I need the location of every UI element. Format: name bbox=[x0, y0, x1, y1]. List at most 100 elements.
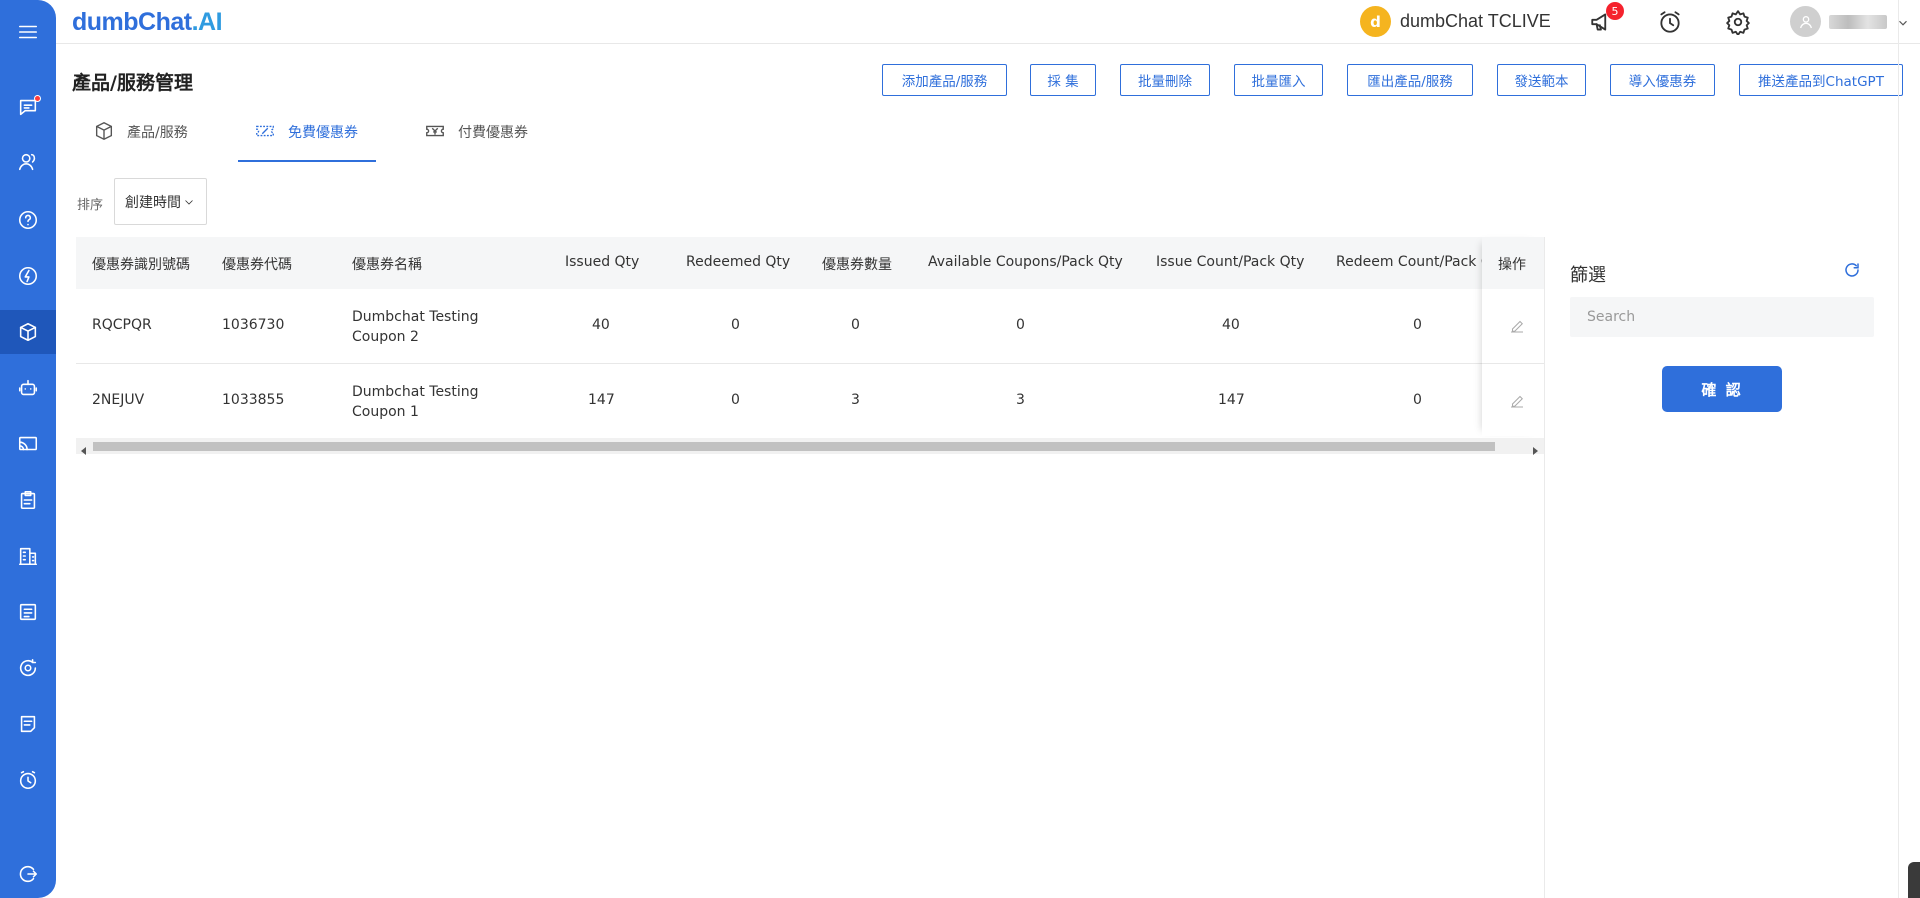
table-header: 優惠券識別號碼 優惠券代碼 優惠券名稱 Issued Qty Redeemed … bbox=[76, 237, 1544, 289]
batch-delete-button[interactable]: 批量刪除 bbox=[1120, 64, 1210, 96]
sidebar-item-contacts[interactable] bbox=[0, 140, 56, 184]
cell-issue-count: 147 bbox=[1218, 392, 1245, 408]
unread-dot bbox=[34, 95, 41, 102]
cell-issued: 40 bbox=[592, 317, 610, 333]
table-row: RQCPQR 1036730 Dumbchat Testing Coupon 2… bbox=[76, 289, 1544, 364]
chevron-down-icon bbox=[185, 199, 193, 205]
column-header-issue-count: Issue Count/Pack Qty bbox=[1156, 254, 1305, 270]
clock-icon bbox=[19, 770, 37, 790]
sidebar-item-sync[interactable] bbox=[0, 646, 56, 690]
notes-icon bbox=[20, 715, 36, 733]
sidebar-item-products[interactable] bbox=[0, 310, 56, 354]
sidebar-item-bot[interactable] bbox=[0, 366, 56, 410]
brand-logo[interactable]: dumbChat.AI bbox=[72, 8, 223, 37]
column-header-redeem-count: Redeem Count/Pack Q bbox=[1336, 254, 1482, 270]
scroll-thumb[interactable] bbox=[93, 442, 1495, 451]
right-edge-panel bbox=[1898, 0, 1920, 898]
brand-name: dumbChat bbox=[72, 8, 192, 36]
tab-products[interactable]: 產品/服務 bbox=[93, 121, 188, 162]
sidebar-item-help[interactable] bbox=[0, 198, 56, 242]
help-icon bbox=[18, 210, 38, 230]
import-coupon-button[interactable]: 導入優惠券 bbox=[1610, 64, 1715, 96]
user-name-redacted bbox=[1829, 14, 1887, 29]
scroll-right-icon[interactable] bbox=[1530, 441, 1540, 455]
cell-redeemed: 0 bbox=[731, 392, 740, 408]
cell-id: RQCPQR bbox=[92, 317, 152, 333]
floating-widget[interactable] bbox=[1908, 862, 1920, 898]
announcement-button[interactable]: 5 bbox=[1588, 2, 1624, 36]
tab-free-coupons[interactable]: 免費優惠券 bbox=[238, 122, 376, 162]
menu-icon bbox=[18, 25, 38, 39]
search-input[interactable] bbox=[1570, 297, 1874, 337]
account-avatar: d bbox=[1360, 6, 1391, 37]
tab-free-coupons-label: 免費優惠券 bbox=[288, 125, 358, 141]
clipboard-icon bbox=[20, 490, 36, 510]
actions-column: 操作 bbox=[1482, 237, 1544, 436]
scroll-left-icon[interactable] bbox=[79, 441, 89, 455]
document-list-icon bbox=[19, 603, 37, 621]
add-product-button[interactable]: 添加產品/服務 bbox=[882, 64, 1007, 96]
sort-select[interactable]: 創建時間 bbox=[114, 178, 207, 225]
pencil-icon bbox=[1511, 395, 1523, 408]
brand-suffix: .AI bbox=[191, 8, 223, 36]
sidebar-item-automation[interactable] bbox=[0, 254, 56, 298]
toolbar: 添加產品/服務 採 集 批量刪除 批量匯入 匯出產品/服務 發送範本 導入優惠券… bbox=[0, 64, 1920, 96]
edit-button[interactable] bbox=[1508, 392, 1528, 412]
edit-button[interactable] bbox=[1508, 317, 1528, 337]
coupon-table: 優惠券識別號碼 優惠券代碼 優惠券名稱 Issued Qty Redeemed … bbox=[76, 237, 1544, 455]
column-header-name: 優惠券名稱 bbox=[352, 257, 422, 273]
sidebar-item-notes[interactable] bbox=[0, 702, 56, 746]
sidebar-item-records[interactable] bbox=[0, 590, 56, 634]
cell-name: Dumbchat Testing Coupon 2 bbox=[352, 309, 479, 345]
alarm-button[interactable] bbox=[1656, 8, 1684, 36]
account-name: dumbChat TCLIVE bbox=[1400, 11, 1551, 31]
cell-redeem-count: 0 bbox=[1413, 317, 1422, 333]
sidebar-item-logout[interactable] bbox=[0, 852, 56, 896]
push-to-chatgpt-button[interactable]: 推送產品到ChatGPT bbox=[1739, 64, 1903, 96]
tab-paid-coupons[interactable]: 付費優惠券 bbox=[424, 122, 528, 162]
broadcast-icon bbox=[18, 436, 38, 451]
export-button[interactable]: 匯出產品/服務 bbox=[1347, 64, 1473, 96]
cell-code: 1033855 bbox=[222, 392, 285, 408]
sidebar-item-schedule[interactable] bbox=[0, 758, 56, 802]
column-header-quantity: 優惠券數量 bbox=[822, 257, 892, 273]
sidebar bbox=[0, 0, 56, 898]
gear-icon bbox=[1726, 10, 1750, 35]
settings-button[interactable] bbox=[1724, 8, 1752, 36]
sidebar-item-tasks[interactable] bbox=[0, 478, 56, 522]
user-menu[interactable] bbox=[1790, 6, 1910, 37]
box-icon bbox=[95, 121, 113, 141]
tab-paid-coupons-label: 付費優惠券 bbox=[458, 125, 528, 141]
table-row: 2NEJUV 1033855 Dumbchat Testing Coupon 1… bbox=[76, 364, 1544, 439]
cell-redeemed: 0 bbox=[731, 317, 740, 333]
logout-icon bbox=[19, 865, 38, 883]
sync-icon bbox=[19, 658, 37, 677]
batch-import-button[interactable]: 批量匯入 bbox=[1234, 64, 1323, 96]
sort-value: 創建時間 bbox=[125, 194, 181, 211]
filter-panel: 篩選 確 認 bbox=[1544, 237, 1900, 898]
refresh-icon bbox=[1845, 263, 1859, 277]
menu-toggle-button[interactable] bbox=[0, 10, 56, 54]
robot-icon bbox=[18, 379, 38, 396]
confirm-button[interactable]: 確 認 bbox=[1662, 366, 1782, 412]
actions-header-label: 操作 bbox=[1498, 257, 1526, 273]
send-template-button[interactable]: 發送範本 bbox=[1497, 64, 1586, 96]
collect-button[interactable]: 採 集 bbox=[1030, 64, 1096, 96]
cell-available: 3 bbox=[1016, 392, 1025, 408]
account-switcher[interactable]: d dumbChat TCLIVE bbox=[1360, 6, 1551, 37]
column-header-available: Available Coupons/Pack Qty bbox=[928, 254, 1123, 270]
refresh-button[interactable] bbox=[1843, 261, 1863, 281]
contacts-icon bbox=[18, 153, 36, 171]
notification-badge: 5 bbox=[1606, 2, 1624, 20]
sidebar-item-broadcast[interactable] bbox=[0, 422, 56, 466]
horizontal-scrollbar[interactable] bbox=[76, 438, 1544, 455]
cell-issued: 147 bbox=[588, 392, 615, 408]
sidebar-item-company[interactable] bbox=[0, 534, 56, 578]
cell-quantity: 0 bbox=[851, 317, 860, 333]
sort-label: 排序 bbox=[77, 198, 104, 213]
cell-quantity: 3 bbox=[851, 392, 860, 408]
column-header-redeemed: Redeemed Qty bbox=[686, 254, 791, 270]
cell-available: 0 bbox=[1016, 317, 1025, 333]
column-header-issued: Issued Qty bbox=[565, 254, 640, 270]
pencil-icon bbox=[1511, 320, 1523, 333]
